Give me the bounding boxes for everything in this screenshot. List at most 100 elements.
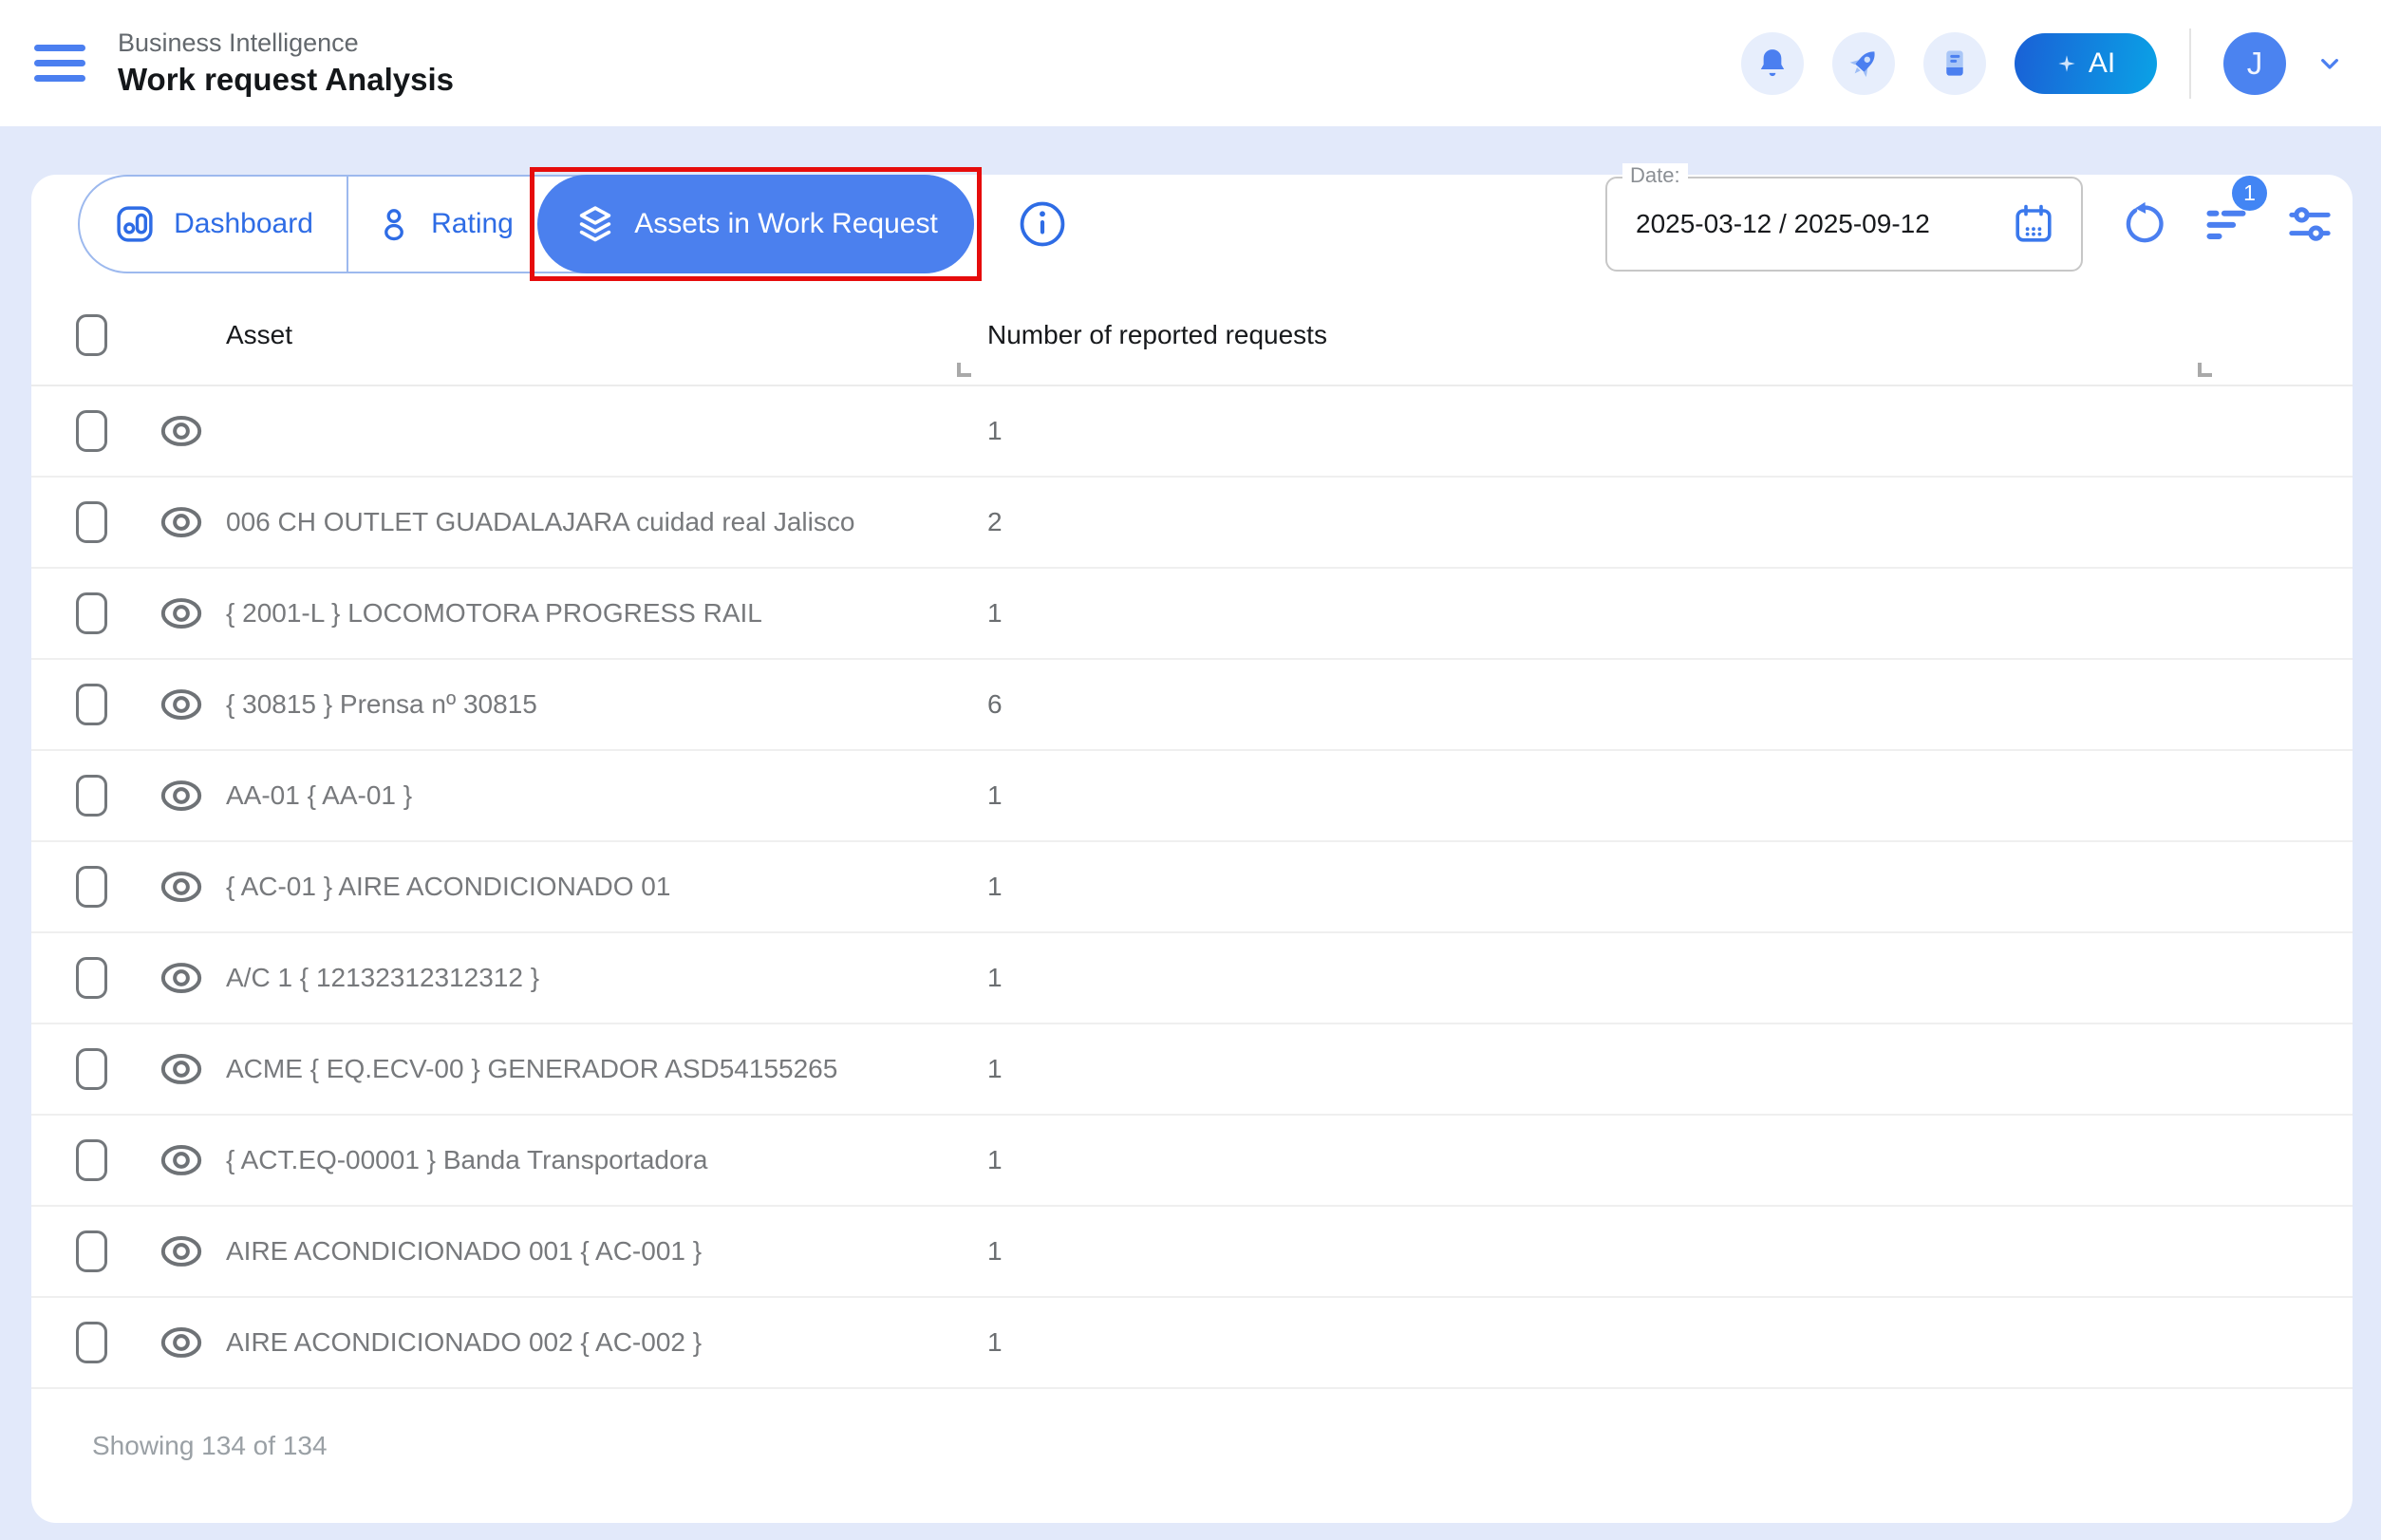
layers-icon	[573, 202, 617, 246]
row-checkbox[interactable]	[76, 1230, 107, 1272]
info-button[interactable]	[1016, 197, 1069, 251]
page: Business Intelligence Work request Analy…	[0, 0, 2381, 1540]
eye-icon	[158, 1231, 205, 1271]
row-checkbox[interactable]	[76, 501, 107, 543]
eye-icon	[158, 411, 205, 451]
asset-name: ACME { EQ.ECV-00 } GENERADOR ASD54155265	[226, 1054, 837, 1084]
table-row: AA-01 { AA-01 } 1	[31, 751, 2353, 842]
row-checkbox[interactable]	[76, 410, 107, 452]
table-row: 006 CH OUTLET GUADALAJARA cuidad real Ja…	[31, 478, 2353, 569]
toolbar: Dashboard Rating	[78, 175, 2334, 273]
column-resize-handle[interactable]	[2198, 363, 2212, 377]
request-count: 1	[987, 598, 1003, 629]
table-body: 1 006 CH OUTLET GUADALAJARA cuidad real …	[31, 386, 2353, 1389]
ai-button-label: AI	[2089, 47, 2115, 80]
table-row: AIRE ACONDICIONADO 002 { AC-002 } 1	[31, 1298, 2353, 1389]
refresh-button[interactable]	[2119, 200, 2166, 248]
eye-icon	[158, 958, 205, 998]
toolbar-right: Date: 2025-03-12 / 2025-09-12	[1605, 177, 2334, 272]
date-field-label: Date:	[1622, 163, 1688, 188]
breadcrumb: Business Intelligence	[118, 28, 454, 60]
view-row-button[interactable]	[158, 1049, 205, 1089]
whats-new-button[interactable]	[1832, 32, 1895, 95]
column-header-asset[interactable]: Asset	[226, 320, 292, 350]
bell-icon	[1754, 46, 1790, 82]
filter-button[interactable]: 1	[2203, 200, 2250, 248]
table-row: { AC-01 } AIRE ACONDICIONADO 01 1	[31, 842, 2353, 933]
table-row: AIRE ACONDICIONADO 001 { AC-001 } 1	[31, 1207, 2353, 1298]
view-row-button[interactable]	[158, 1140, 205, 1180]
refresh-icon	[2119, 200, 2166, 248]
view-row-button[interactable]	[158, 593, 205, 633]
topbar-divider	[2189, 28, 2191, 99]
tab-label: Assets in Work Request	[634, 208, 938, 240]
date-range-value: 2025-03-12 / 2025-09-12	[1636, 209, 1930, 239]
asset-name: { AC-01 } AIRE ACONDICIONADO 01	[226, 872, 670, 902]
request-count: 2	[987, 507, 1003, 537]
column-resize-handle[interactable]	[957, 363, 971, 377]
row-checkbox[interactable]	[76, 684, 107, 725]
row-checkbox[interactable]	[76, 866, 107, 908]
profile-menu-button[interactable]	[2315, 48, 2345, 79]
docs-button[interactable]	[1923, 32, 1986, 95]
content: Dashboard Rating	[0, 126, 2381, 1523]
row-checkbox[interactable]	[76, 592, 107, 634]
view-row-button[interactable]	[158, 502, 205, 542]
info-icon	[1016, 197, 1069, 251]
asset-name: A/C 1 { 12132312312312 }	[226, 963, 539, 993]
row-checkbox[interactable]	[76, 1139, 107, 1181]
titles: Business Intelligence Work request Analy…	[118, 28, 454, 99]
request-count: 1	[987, 872, 1003, 902]
select-all-checkbox[interactable]	[76, 314, 107, 356]
tab-group: Dashboard Rating	[78, 175, 974, 273]
eye-icon	[158, 1049, 205, 1089]
avatar[interactable]: J	[2223, 32, 2286, 95]
tab-assets-in-work-request[interactable]: Assets in Work Request	[537, 175, 974, 273]
notebook-icon	[1937, 46, 1973, 82]
row-checkbox[interactable]	[76, 775, 107, 817]
tab-dashboard[interactable]: Dashboard	[80, 177, 347, 272]
table-row: { ACT.EQ-00001 } Banda Transportadora 1	[31, 1116, 2353, 1207]
asset-name: AIRE ACONDICIONADO 002 { AC-002 }	[226, 1327, 702, 1358]
view-row-button[interactable]	[158, 776, 205, 816]
view-row-button[interactable]	[158, 958, 205, 998]
tab-label: Dashboard	[174, 208, 313, 240]
request-count: 1	[987, 963, 1003, 993]
person-icon	[374, 204, 414, 244]
view-row-button[interactable]	[158, 1231, 205, 1271]
ai-assistant-button[interactable]: AI	[2015, 33, 2157, 94]
notifications-button[interactable]	[1741, 32, 1804, 95]
request-count: 1	[987, 416, 1003, 446]
request-count: 6	[987, 689, 1003, 720]
calendar-icon[interactable]	[2011, 201, 2056, 247]
row-checkbox[interactable]	[76, 1322, 107, 1363]
asset-name: AA-01 { AA-01 }	[226, 780, 412, 811]
view-row-button[interactable]	[158, 867, 205, 907]
asset-name: 006 CH OUTLET GUADALAJARA cuidad real Ja…	[226, 507, 854, 537]
tab-label: Rating	[431, 208, 514, 240]
view-row-button[interactable]	[158, 1323, 205, 1362]
asset-name: { ACT.EQ-00001 } Banda Transportadora	[226, 1145, 707, 1175]
request-count: 1	[987, 1145, 1003, 1175]
date-range-field[interactable]: Date: 2025-03-12 / 2025-09-12	[1605, 177, 2083, 272]
row-checkbox[interactable]	[76, 957, 107, 999]
request-count: 1	[987, 780, 1003, 811]
table-footer: Showing 134 of 134	[31, 1389, 2353, 1461]
topbar-actions: AI J	[1741, 28, 2345, 99]
hamburger-menu-icon[interactable]	[34, 45, 87, 82]
eye-icon	[158, 685, 205, 724]
view-row-button[interactable]	[158, 411, 205, 451]
table-row: { 30815 } Prensa nº 30815 6	[31, 660, 2353, 751]
row-checkbox[interactable]	[76, 1048, 107, 1090]
settings-button[interactable]	[2286, 200, 2334, 248]
view-row-button[interactable]	[158, 685, 205, 724]
sparkle-icon	[2056, 53, 2077, 74]
tune-icon	[2286, 200, 2334, 248]
request-count: 1	[987, 1327, 1003, 1358]
topbar: Business Intelligence Work request Analy…	[0, 0, 2381, 126]
tab-rating[interactable]: Rating	[347, 177, 539, 272]
eye-icon	[158, 1140, 205, 1180]
eye-icon	[158, 1323, 205, 1362]
column-header-count[interactable]: Number of reported requests	[987, 320, 1327, 350]
table-row: A/C 1 { 12132312312312 } 1	[31, 933, 2353, 1024]
